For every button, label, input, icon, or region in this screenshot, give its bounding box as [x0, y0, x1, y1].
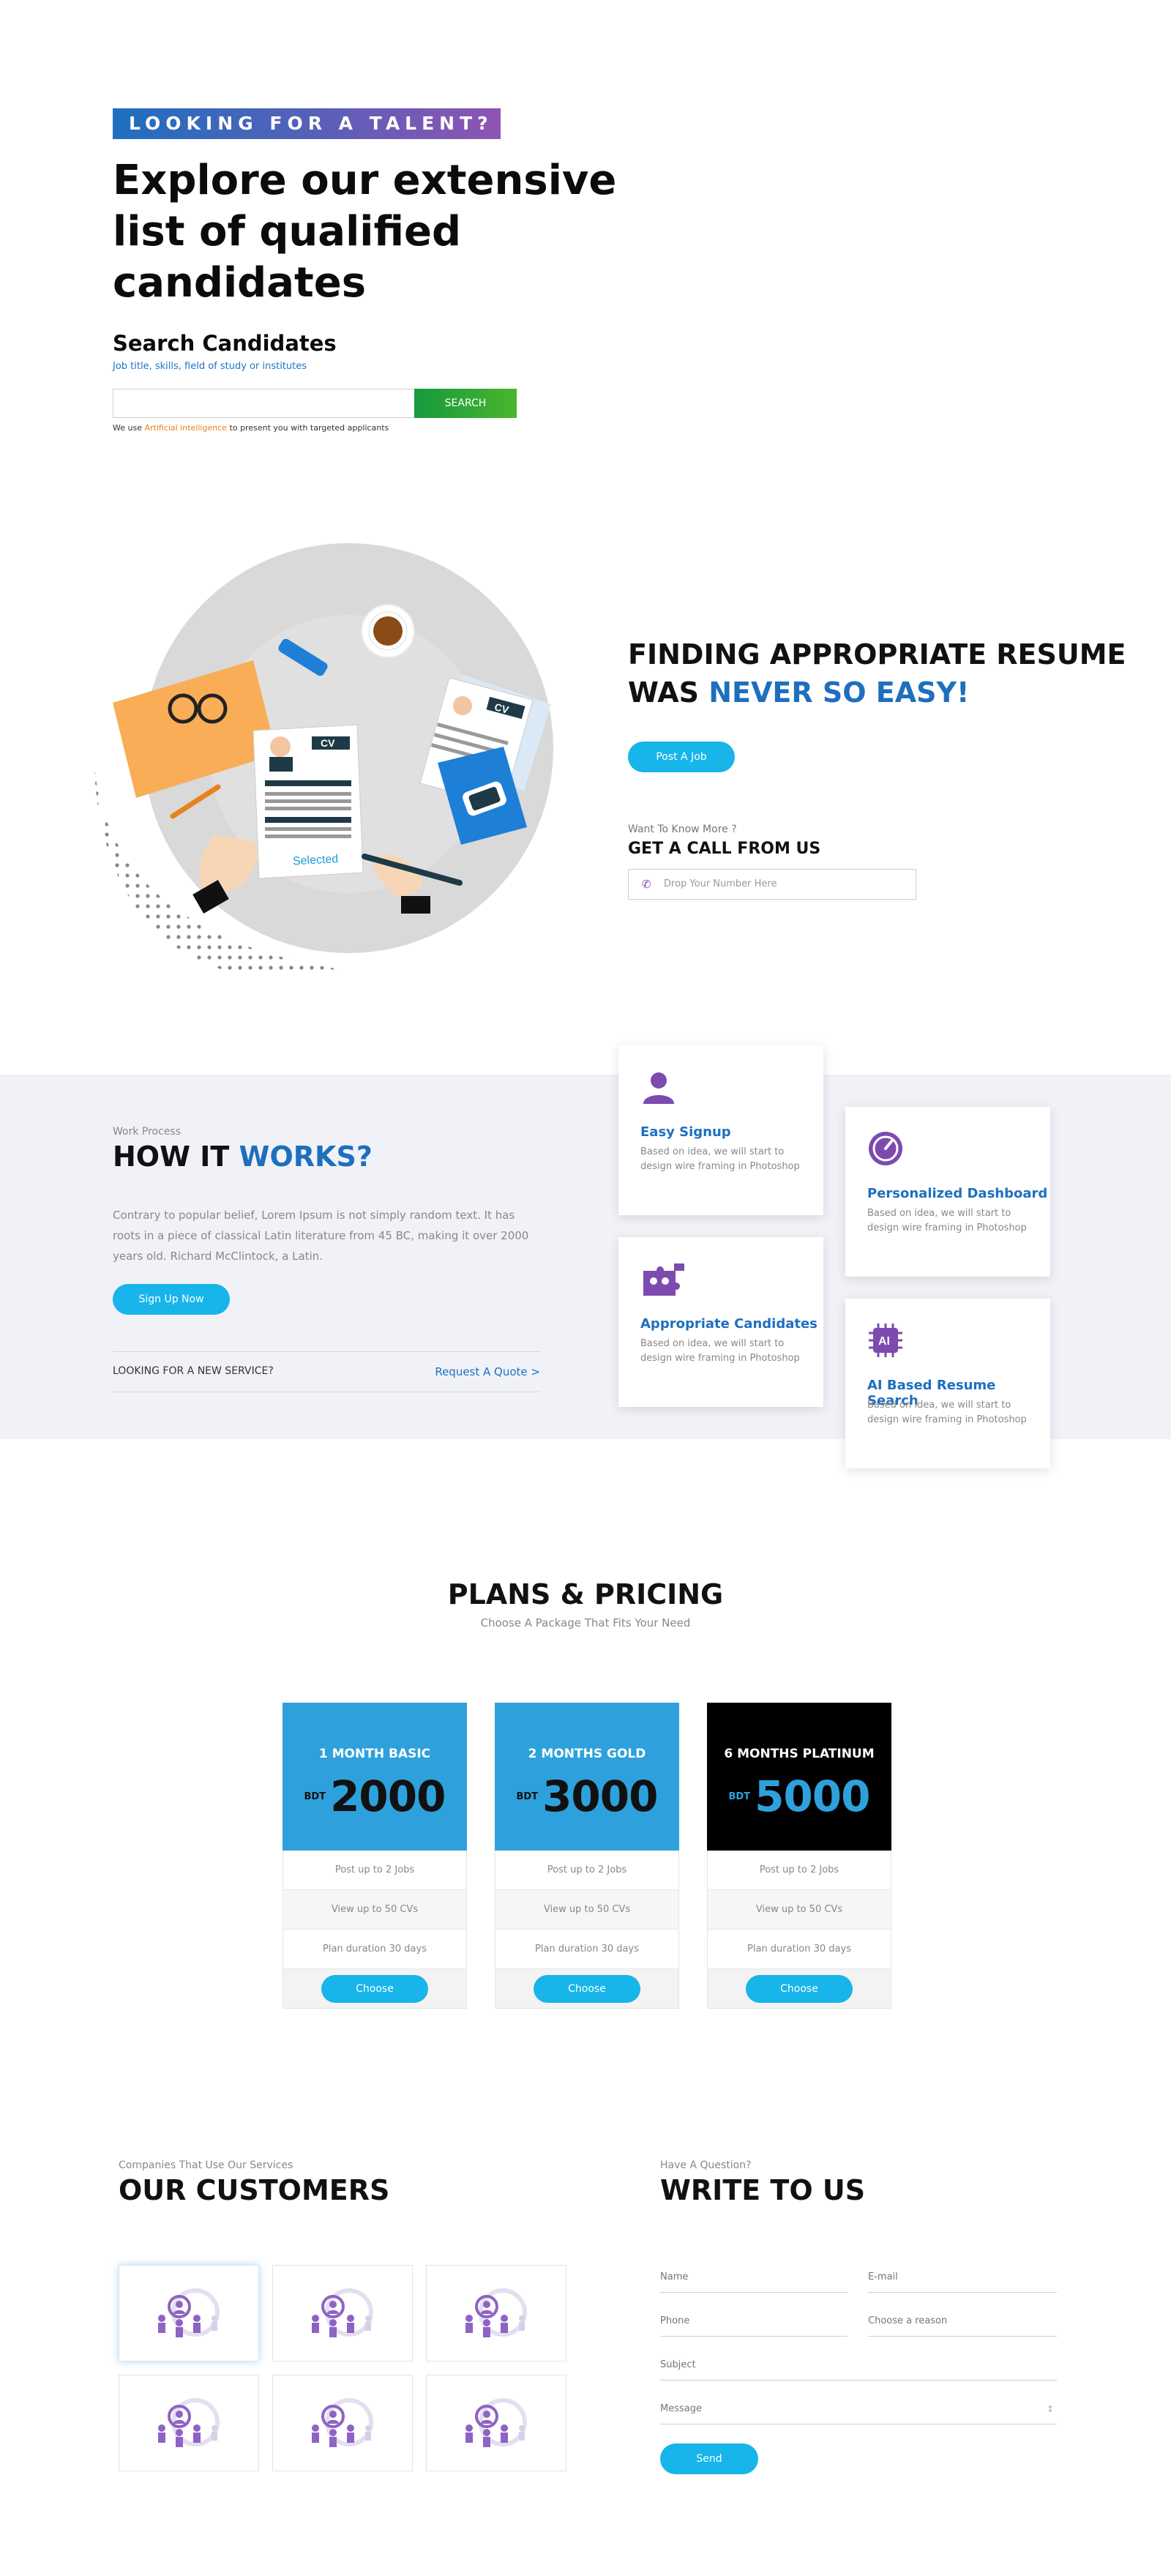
- plan-feature: Plan duration 30 days: [283, 1930, 467, 1969]
- signup-button[interactable]: Sign Up Now: [113, 1284, 230, 1315]
- people-network-icon: [158, 2288, 220, 2337]
- plan-feature: Post up to 2 Jobs: [707, 1851, 891, 1890]
- user-icon: [643, 1072, 674, 1104]
- plan-header: 2 MONTHS GOLD BDT 3000: [495, 1703, 679, 1851]
- customer-logo[interactable]: [426, 2265, 566, 2362]
- search-subtitle: Job title, skills, field of study or ins…: [113, 361, 307, 372]
- plan-footer: Choose: [283, 1969, 467, 2009]
- name-field[interactable]: [660, 2266, 848, 2293]
- plan-name: 1 MONTH BASIC: [318, 1747, 431, 1761]
- new-service-row: LOOKING FOR A NEW SERVICE? Request A Quo…: [113, 1351, 540, 1392]
- people-network-icon: [158, 2398, 220, 2447]
- customer-logo[interactable]: [119, 2265, 259, 2362]
- plan-header: 1 MONTH BASIC BDT 2000: [283, 1703, 467, 1851]
- customers-title: OUR CUSTOMERS: [119, 2174, 390, 2206]
- search-button[interactable]: SEARCH: [414, 389, 517, 418]
- post-job-button[interactable]: Post A Job: [628, 742, 735, 772]
- selected-stamp: Selected: [293, 853, 339, 867]
- svg-text:AI: AI: [878, 1335, 890, 1348]
- customer-logo[interactable]: [272, 2265, 413, 2362]
- feature-card-dashboard: Personalized Dashboard Based on idea, we…: [845, 1107, 1050, 1277]
- cv-label-front: CV: [321, 737, 335, 749]
- hero-title: Explore our extensive list of qualified …: [113, 157, 617, 307]
- card-text: Based on idea, we will start to design w…: [640, 1338, 800, 1364]
- contact-title: WRITE TO US: [660, 2174, 866, 2206]
- people-network-icon: [465, 2288, 527, 2337]
- card-title: Appropriate Candidates: [640, 1316, 818, 1332]
- reason-select[interactable]: [868, 2310, 1057, 2337]
- how-description: Contrary to popular belief, Lorem Ipsum …: [113, 1209, 529, 1263]
- work-process-label: Work Process: [113, 1126, 182, 1138]
- customer-logo[interactable]: [272, 2375, 413, 2471]
- new-service-text: LOOKING FOR A NEW SERVICE?: [113, 1365, 274, 1377]
- plan-name: 6 MONTHS PLATINUM: [724, 1747, 875, 1761]
- search-input[interactable]: [113, 389, 414, 418]
- coffee-cup-icon: [361, 604, 415, 658]
- people-network-icon: [465, 2398, 527, 2447]
- card-text: Based on idea, we will start to design w…: [867, 1400, 1027, 1425]
- choose-button[interactable]: Choose: [534, 1975, 640, 2003]
- contact-label: Have A Question?: [660, 2159, 752, 2171]
- phone-field[interactable]: [660, 2310, 848, 2337]
- plan-feature: View up to 50 CVs: [707, 1890, 891, 1930]
- plan-card-basic: 1 MONTH BASIC BDT 2000 Post up to 2 Jobs …: [283, 1703, 467, 2009]
- plan-name: 2 MONTHS GOLD: [528, 1747, 646, 1761]
- plan-feature: View up to 50 CVs: [495, 1890, 679, 1930]
- card-text: Based on idea, we will start to design w…: [640, 1146, 800, 1172]
- resume-desk-illustration: CV Selected CV: [94, 543, 553, 971]
- people-network-icon: [312, 2398, 373, 2447]
- want-know-label: Want To Know More ?: [628, 824, 737, 835]
- pricing-title: PLANS & PRICING: [447, 1578, 724, 1610]
- message-field[interactable]: [660, 2398, 1057, 2424]
- card-title: Easy Signup: [640, 1124, 731, 1140]
- phone-placeholder: Drop Your Number Here: [664, 878, 777, 889]
- customers-label: Companies That Use Our Services: [119, 2159, 293, 2171]
- phone-icon: ✆: [642, 878, 651, 891]
- plan-feature: View up to 50 CVs: [283, 1890, 467, 1930]
- how-title: HOW IT WORKS?: [113, 1140, 373, 1173]
- plan-price: BDT 3000: [516, 1772, 658, 1821]
- choose-button[interactable]: Choose: [321, 1975, 428, 2003]
- plan-card-gold: 2 MONTHS GOLD BDT 3000 Post up to 2 Jobs …: [495, 1703, 679, 2009]
- ai-chip-icon: AI: [869, 1324, 902, 1357]
- get-call-heading: GET A CALL FROM US: [628, 840, 821, 858]
- plan-feature: Post up to 2 Jobs: [495, 1851, 679, 1890]
- ai-note: We use Artificial intelligence to presen…: [113, 423, 389, 433]
- feature-card-ai-search: AI AI Based Resume Search Based on idea,…: [845, 1299, 1050, 1468]
- email-field[interactable]: [868, 2266, 1057, 2293]
- plan-header: 6 MONTHS PLATINUM BDT 5000: [707, 1703, 891, 1851]
- card-text: Based on idea, we will start to design w…: [867, 1208, 1027, 1233]
- phone-input[interactable]: ✆ Drop Your Number Here: [628, 869, 916, 900]
- cv-document-front: CV Selected: [252, 724, 364, 879]
- choose-button[interactable]: Choose: [746, 1975, 853, 2003]
- feature-card-easy-signup: Easy Signup Based on idea, we will start…: [618, 1045, 823, 1215]
- resize-handle-icon[interactable]: ↕: [1047, 2404, 1054, 2414]
- plan-footer: Choose: [707, 1969, 891, 2009]
- plan-feature: Post up to 2 Jobs: [283, 1851, 467, 1890]
- ai-highlight-link[interactable]: Artificial intelligence: [144, 423, 227, 433]
- finding-title: FINDING APPROPRIATE RESUME WAS NEVER SO …: [628, 638, 1126, 709]
- search-title: Search Candidates: [113, 331, 337, 356]
- plan-feature: Plan duration 30 days: [495, 1930, 679, 1969]
- customer-logo[interactable]: [426, 2375, 566, 2471]
- card-title: Personalized Dashboard: [867, 1186, 1048, 1201]
- section-kicker: LOOKING FOR A TALENT?: [113, 108, 501, 139]
- customer-logo[interactable]: [119, 2375, 259, 2471]
- puzzle-people-icon: [643, 1263, 684, 1296]
- pricing-subtitle: Choose A Package That Fits Your Need: [480, 1616, 691, 1629]
- plan-footer: Choose: [495, 1969, 679, 2009]
- people-network-icon: [312, 2288, 373, 2337]
- plan-feature: Plan duration 30 days: [707, 1930, 891, 1969]
- plan-price: BDT 5000: [728, 1772, 870, 1821]
- plan-price: BDT 2000: [304, 1772, 446, 1821]
- subject-field[interactable]: [660, 2354, 1057, 2381]
- feature-card-candidates: Appropriate Candidates Based on idea, we…: [618, 1237, 823, 1407]
- plan-card-platinum: 6 MONTHS PLATINUM BDT 5000 Post up to 2 J…: [707, 1703, 891, 2009]
- dashboard-gauge-icon: [869, 1132, 902, 1165]
- request-quote-link[interactable]: Request A Quote >: [435, 1365, 540, 1378]
- send-button[interactable]: Send: [660, 2444, 758, 2474]
